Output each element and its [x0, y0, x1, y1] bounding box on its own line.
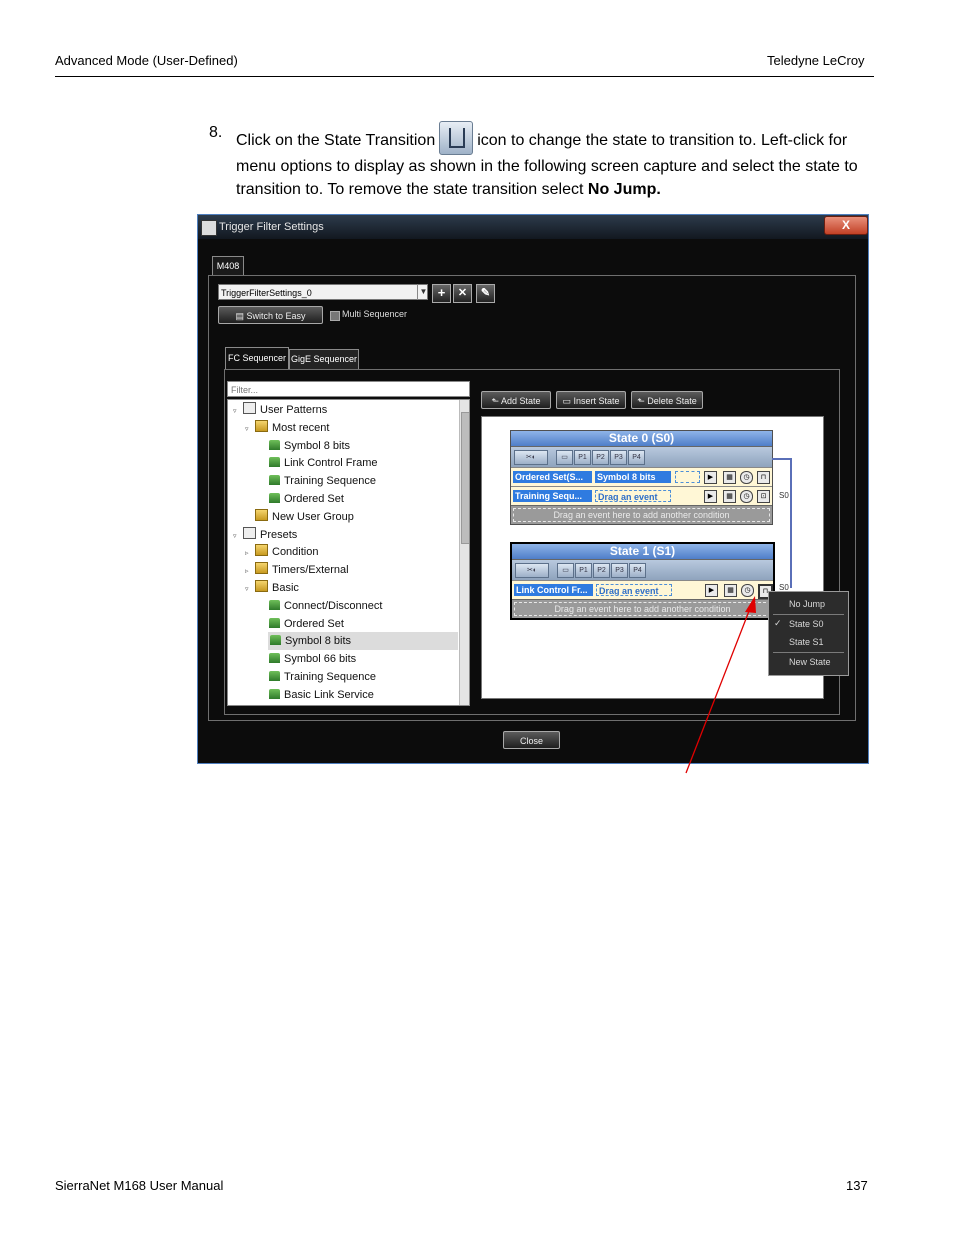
footer-manual-title: SierraNet M168 User Manual: [55, 1178, 224, 1193]
callout-arrow: [685, 596, 756, 774]
arrow-head: [745, 596, 756, 613]
arrow-line: [685, 605, 752, 774]
page-number: 137: [846, 1178, 868, 1193]
